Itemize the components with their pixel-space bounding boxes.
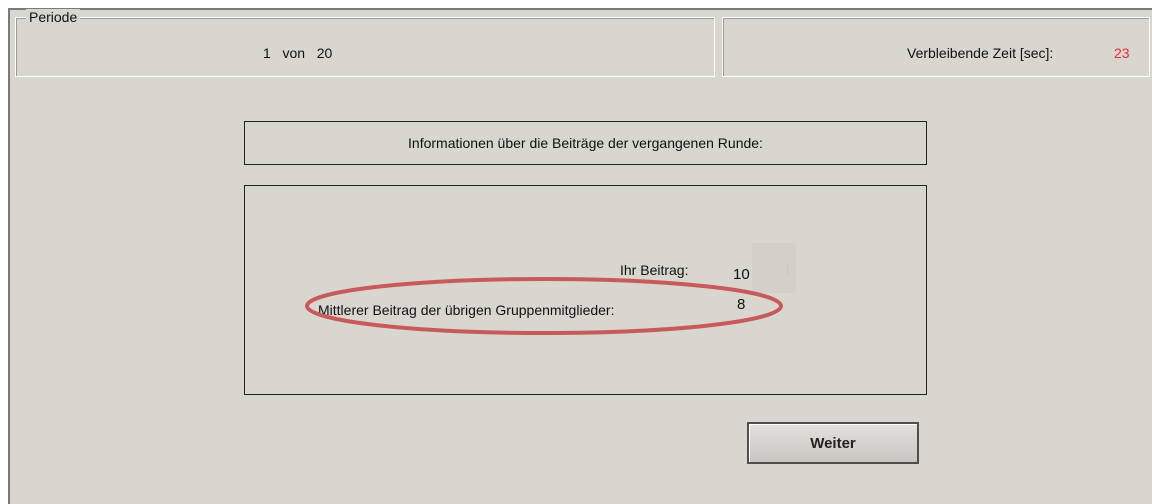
period-counter: 1 von 20 <box>263 45 332 61</box>
faded-mark: · <box>788 302 792 316</box>
avg-contribution-label: Mittlerer Beitrag der übrigen Gruppenmit… <box>318 302 615 318</box>
period-total: 20 <box>316 45 333 61</box>
avg-contribution-value: 8 <box>737 296 746 313</box>
contribution-info-panel <box>244 185 927 395</box>
faded-input-remnant <box>752 243 796 293</box>
remaining-time-label: Verbleibende Zeit [sec]: <box>907 45 1054 61</box>
continue-button[interactable]: Weiter <box>747 422 919 464</box>
faded-mark: | <box>786 262 790 276</box>
info-header-text: Informationen über die Beiträge der verg… <box>408 135 763 151</box>
own-contribution-value: 10 <box>733 266 750 283</box>
period-legend: Periode <box>26 9 81 25</box>
info-header-box: Informationen über die Beiträge der verg… <box>244 121 927 165</box>
period-separator: von <box>282 45 306 61</box>
own-contribution-label: Ihr Beitrag: <box>620 262 689 278</box>
period-panel <box>15 17 715 77</box>
period-current: 1 <box>263 45 271 61</box>
remaining-time-value: 23 <box>1114 45 1130 61</box>
